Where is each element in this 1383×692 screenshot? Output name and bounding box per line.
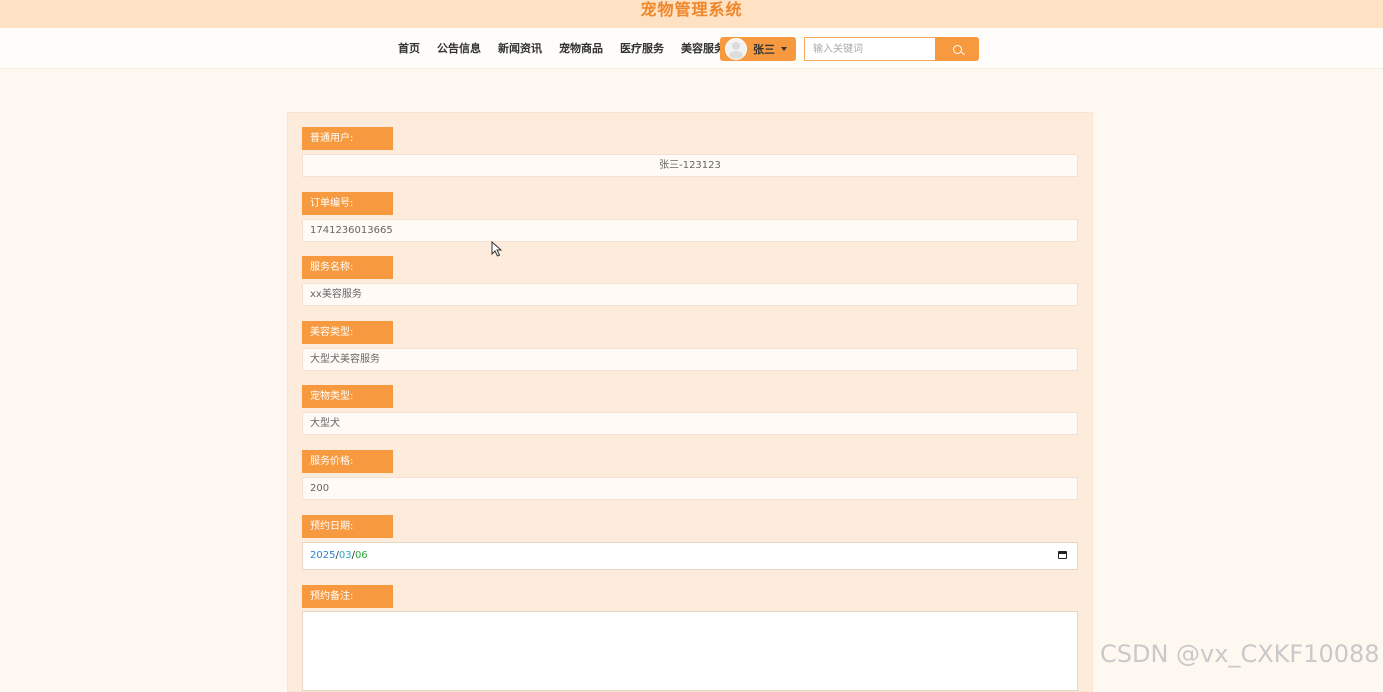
- nav-item-announcements[interactable]: 公告信息: [437, 40, 481, 56]
- date-month: 03: [338, 550, 352, 561]
- watermark: CSDN @vx_CXKF10088: [1100, 640, 1380, 668]
- caret-down-icon: [781, 47, 787, 51]
- order-no-label: 订单编号:: [302, 192, 393, 215]
- notes-label: 预约备注:: [302, 585, 393, 608]
- service-name-field[interactable]: xx美容服务: [302, 283, 1078, 306]
- nav-item-medical-services[interactable]: 医疗服务: [620, 40, 664, 56]
- nav-item-news[interactable]: 新闻资讯: [498, 40, 542, 56]
- search-input[interactable]: [804, 37, 936, 61]
- pet-type-field[interactable]: 大型犬: [302, 412, 1078, 435]
- mouse-cursor-icon: [491, 241, 503, 257]
- user-name: 张三: [753, 43, 775, 56]
- price-field[interactable]: 200: [302, 477, 1078, 500]
- date-year: 2025: [310, 550, 336, 561]
- date-label: 预约日期:: [302, 515, 393, 538]
- service-name-label: 服务名称:: [302, 256, 393, 279]
- date-field[interactable]: 2025/03/06: [302, 542, 1078, 570]
- nav-bar: 首页 公告信息 新闻资讯 宠物商品 医疗服务 美容服务 张三: [0, 28, 1383, 69]
- nav-menu: 首页 公告信息 新闻资讯 宠物商品 医疗服务 美容服务: [398, 28, 742, 68]
- calendar-icon[interactable]: [1058, 551, 1067, 559]
- nav-item-pet-products[interactable]: 宠物商品: [559, 40, 603, 56]
- beauty-type-label: 美容类型:: [302, 321, 393, 344]
- date-day: 06: [354, 550, 368, 561]
- search-icon: [952, 44, 962, 54]
- price-label: 服务价格:: [302, 450, 393, 473]
- avatar: [725, 38, 747, 60]
- nav-item-home[interactable]: 首页: [398, 40, 420, 56]
- order-detail-form: [287, 112, 1093, 692]
- site-title: 宠物管理系统: [640, 0, 743, 19]
- header-bar: 宠物管理系统: [0, 0, 1383, 28]
- search-button[interactable]: [935, 37, 979, 61]
- user-menu-button[interactable]: 张三: [720, 37, 796, 61]
- nav-item-beauty-services[interactable]: 美容服务: [681, 40, 725, 56]
- pet-type-label: 宠物类型:: [302, 385, 393, 408]
- beauty-type-field[interactable]: 大型犬美容服务: [302, 348, 1078, 371]
- user-label: 普通用户:: [302, 127, 393, 150]
- user-field[interactable]: 张三-123123: [302, 154, 1078, 177]
- notes-textarea[interactable]: [302, 611, 1078, 691]
- order-no-field[interactable]: 1741236013665: [302, 219, 1078, 242]
